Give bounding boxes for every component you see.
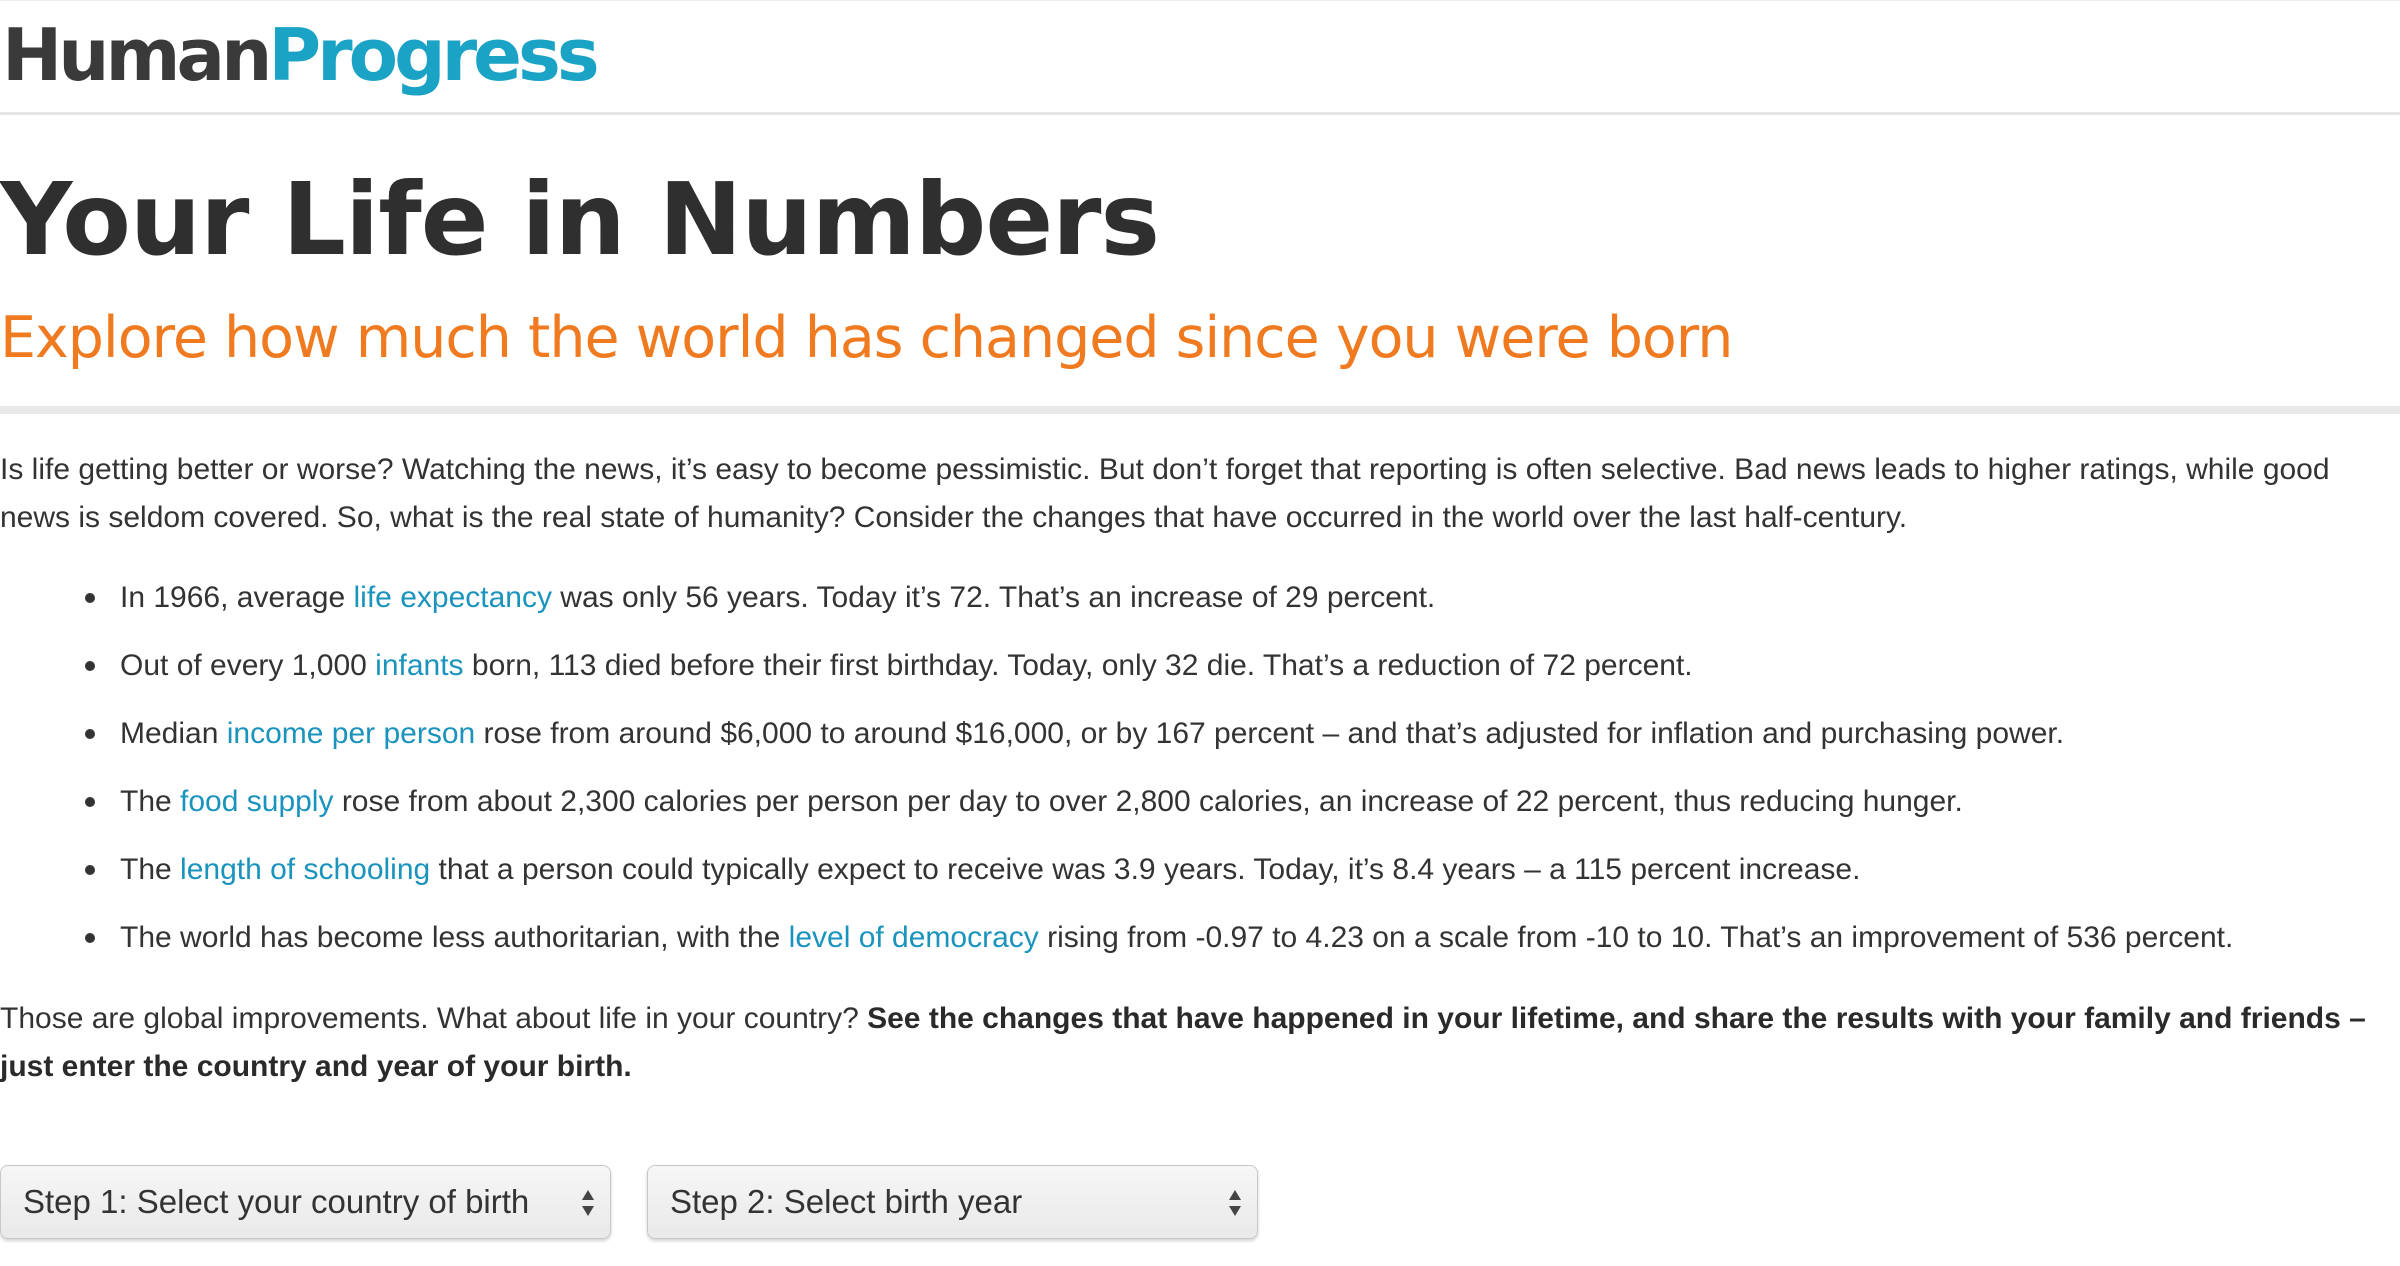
up-down-arrows-icon	[1229, 1190, 1241, 1216]
link-length-of-schooling[interactable]: length of schooling	[180, 853, 430, 886]
link-infants[interactable]: infants	[375, 649, 463, 682]
country-select-value: Step 1: Select your country of birth	[23, 1183, 530, 1220]
country-select[interactable]: Step 1: Select your country of birth	[0, 1165, 611, 1239]
intro-paragraph: Is life getting better or worse? Watchin…	[0, 453, 2330, 534]
site-header: HumanProgress	[0, 0, 2400, 115]
bullet-icon	[85, 661, 95, 671]
fact-text: born, 113 died before their first birthd…	[463, 649, 1693, 682]
bullet-icon	[85, 729, 95, 739]
bullet-icon	[85, 933, 95, 943]
fact-text: In 1966, average	[120, 581, 354, 614]
fact-text: was only 56 years. Today it’s 72. That’s…	[551, 581, 1436, 614]
bullet-icon	[85, 865, 95, 875]
outro-paragraph: Those are global improvements. What abou…	[0, 995, 2390, 1091]
humanprogress-logo[interactable]: HumanProgress	[2, 11, 600, 99]
fact-text: The	[120, 853, 181, 886]
fact-schooling: The length of schooling that a person co…	[0, 846, 2390, 914]
fact-text: The	[120, 785, 181, 818]
bullet-icon	[85, 797, 95, 807]
page-subtitle: Explore how much the world has changed s…	[0, 305, 1733, 371]
fact-text: rising from -0.97 to 4.23 on a scale fro…	[1038, 921, 2234, 954]
fact-text: rose from around $6,000 to around $16,00…	[475, 717, 2065, 750]
fact-text: Out of every 1,000	[120, 649, 376, 682]
fact-text: Median	[120, 717, 227, 750]
section-divider	[0, 406, 2400, 414]
fact-text: that a person could typically expect to …	[430, 853, 1861, 886]
fact-food-supply: The food supply rose from about 2,300 ca…	[0, 778, 2390, 846]
logo-text-human: Human	[2, 13, 272, 97]
up-down-arrows-icon	[582, 1190, 594, 1216]
fact-text: rose from about 2,300 calories per perso…	[333, 785, 1963, 818]
birth-year-select-value: Step 2: Select birth year	[670, 1183, 1023, 1220]
fact-infants: Out of every 1,000 infants born, 113 die…	[0, 642, 2390, 710]
link-income-per-person[interactable]: income per person	[227, 717, 475, 750]
link-food-supply[interactable]: food supply	[180, 785, 333, 818]
bullet-icon	[85, 593, 95, 603]
fact-text: The world has become less authoritarian,…	[120, 921, 789, 954]
fact-democracy: The world has become less authoritarian,…	[0, 914, 2390, 982]
page-title: Your Life in Numbers	[0, 161, 1160, 278]
logo-text-progress: Progress	[268, 13, 599, 97]
link-life-expectancy[interactable]: life expectancy	[354, 581, 552, 614]
fact-life-expectancy: In 1966, average life expectancy was onl…	[0, 574, 2390, 642]
link-level-of-democracy[interactable]: level of democracy	[789, 921, 1039, 954]
outro-text: Those are global improvements. What abou…	[0, 1002, 868, 1035]
facts-list: In 1966, average life expectancy was onl…	[0, 574, 2390, 982]
birth-year-select[interactable]: Step 2: Select birth year	[647, 1165, 1258, 1239]
fact-income: Median income per person rose from aroun…	[0, 710, 2390, 778]
